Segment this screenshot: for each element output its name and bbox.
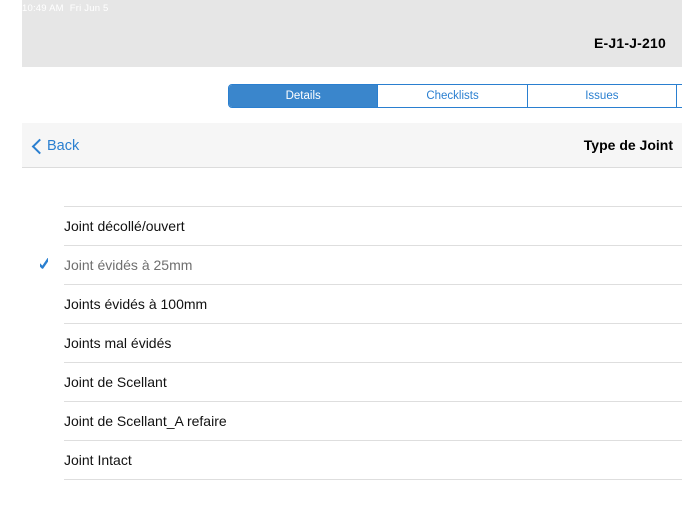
list-item[interactable]: Joint décollé/ouvert (0, 206, 682, 245)
list-item[interactable]: Joint Intact (0, 440, 682, 479)
status-time: 10:49 AM (22, 3, 64, 14)
list-item[interactable]: Joints évidés à 100mm (0, 284, 682, 323)
back-label: Back (47, 138, 80, 154)
chevron-left-icon (31, 138, 48, 154)
list-item-label: Joints mal évidés (64, 334, 172, 351)
list-item-label: Joint Intact (64, 451, 132, 468)
header-bar: 10:49 AM Fri Jun 5 E-J1-J-210 (22, 0, 682, 67)
status-date: Fri Jun 5 (69, 3, 109, 14)
page-title: E-J1-J-210 (593, 35, 666, 51)
status-bar: 10:49 AM Fri Jun 5 (22, 3, 152, 14)
tab-issues[interactable]: Issues (527, 85, 678, 107)
tab-checklists[interactable]: Checklists (378, 85, 528, 107)
screen: 10:49 AM Fri Jun 5 E-J1-J-210 Details Che… (0, 0, 682, 512)
tab-details[interactable]: Details (229, 85, 379, 107)
list-divider (64, 479, 682, 480)
list-item-label: Joints évidés à 100mm (64, 295, 208, 312)
nav-title: Type de Joint (583, 137, 673, 153)
list-item-label: Joint évidés à 25mm (64, 256, 193, 273)
checkmark-icon (40, 258, 48, 269)
segmented-control: Details Checklists Issues (228, 84, 682, 108)
list-item-label: Joint décollé/ouvert (64, 217, 185, 234)
list-item-selected[interactable]: Joint évidés à 25mm (0, 245, 682, 284)
list-item-label: Joint de Scellant_A refaire (64, 412, 227, 429)
navigation-bar: Back Type de Joint (22, 123, 682, 168)
list-item-label: Joint de Scellant (64, 373, 167, 390)
list-item[interactable]: Joint de Scellant_A refaire (0, 401, 682, 440)
tab-more[interactable] (677, 85, 682, 107)
back-button[interactable]: Back (30, 135, 79, 157)
list-item[interactable]: Joint de Scellant (0, 362, 682, 401)
list-item[interactable]: Joints mal évidés (0, 323, 682, 362)
